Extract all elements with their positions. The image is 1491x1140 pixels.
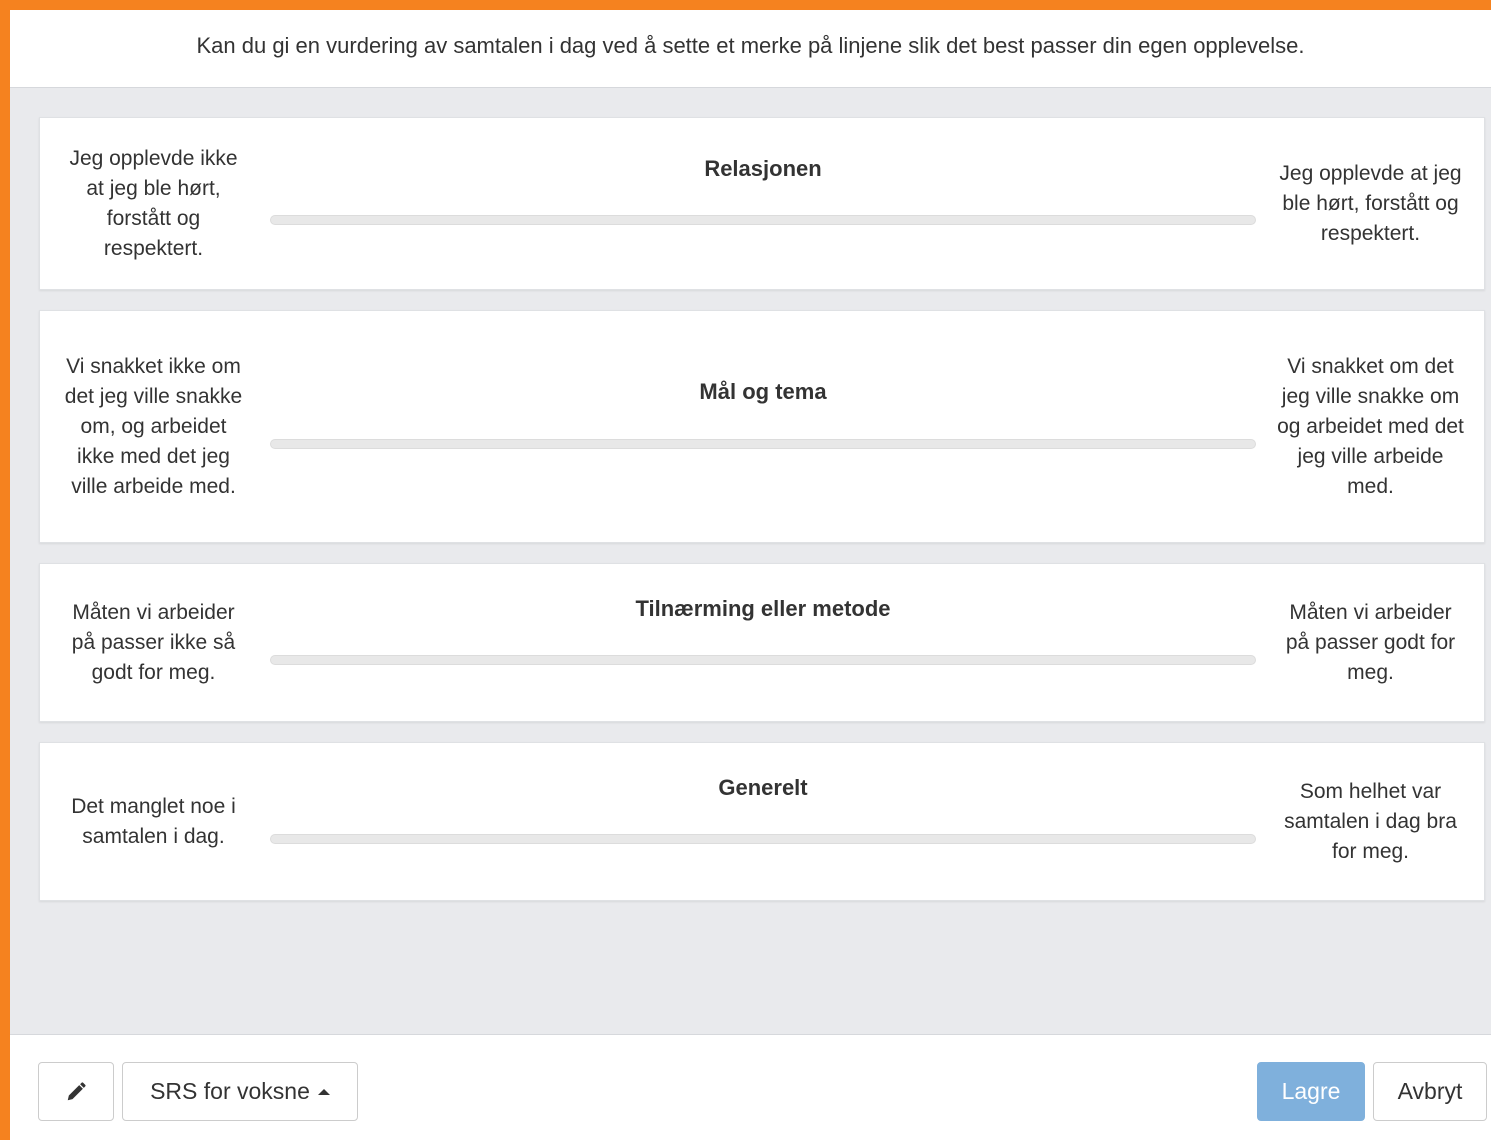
scale-left-label: Det manglet noe i samtalen i dag. <box>71 794 236 848</box>
scale-card-generelt: Det manglet noe i samtalen i dag. Genere… <box>39 742 1485 901</box>
scale-left-label: Vi snakket ikke om det jeg ville snakke … <box>64 354 243 498</box>
scale-title: Relasjonen <box>704 156 822 181</box>
rating-slider-track[interactable] <box>270 215 1256 225</box>
instruction-text: Kan du gi en vurdering av samtalen i dag… <box>10 10 1491 88</box>
scale-right-label: Jeg opplevde at jeg ble hørt, forstått o… <box>1279 161 1462 245</box>
scale-card-relasjonen: Jeg opplevde ikke at jeg ble hørt, forst… <box>39 117 1485 290</box>
scale-right-label: Vi snakket om det jeg ville snakke om og… <box>1277 354 1464 498</box>
cancel-button[interactable]: Avbryt <box>1373 1062 1487 1121</box>
app-frame: Kan du gi en vurdering av samtalen i dag… <box>10 10 1491 1140</box>
save-button[interactable]: Lagre <box>1257 1062 1365 1121</box>
rating-slider-track[interactable] <box>270 655 1256 665</box>
footer-toolbar: SRS for voksne Lagre Avbryt <box>10 1034 1491 1140</box>
scale-title: Tilnærming eller metode <box>635 596 891 621</box>
scale-title: Mål og tema <box>699 379 827 404</box>
form-selector-dropdown[interactable]: SRS for voksne <box>122 1062 358 1121</box>
scale-card-mal-og-tema: Vi snakket ikke om det jeg ville snakke … <box>39 310 1485 543</box>
scale-left-label: Jeg opplevde ikke at jeg ble hørt, forst… <box>69 146 238 260</box>
edit-button[interactable] <box>38 1062 114 1121</box>
caret-up-icon <box>317 1088 330 1095</box>
pencil-icon <box>67 1081 86 1100</box>
form-selector-label: SRS for voksne <box>150 1078 310 1104</box>
rating-slider-track[interactable] <box>270 439 1256 449</box>
scale-card-tilnaerming: Måten vi arbeider på passer ikke så godt… <box>39 563 1485 722</box>
scale-right-label: Som helhet var samtalen i dag bra for me… <box>1284 779 1457 863</box>
scale-right-label: Måten vi arbeider på passer godt for meg… <box>1285 600 1456 684</box>
scale-left-label: Måten vi arbeider på passer ikke så godt… <box>71 600 236 684</box>
rating-slider-track[interactable] <box>270 834 1256 844</box>
scale-title: Generelt <box>718 775 808 800</box>
